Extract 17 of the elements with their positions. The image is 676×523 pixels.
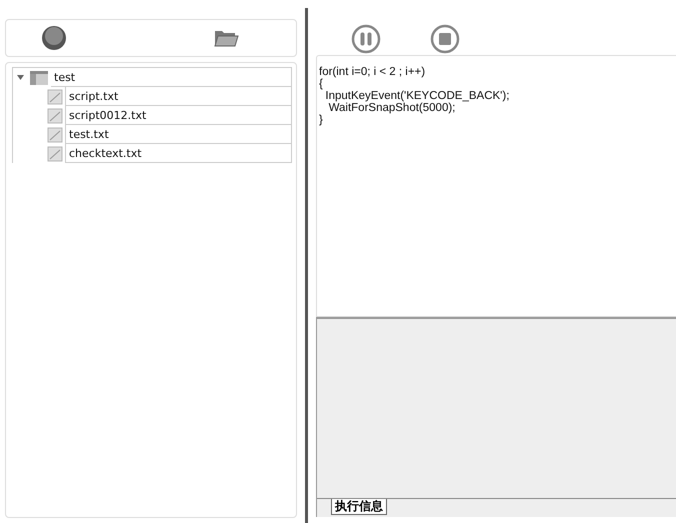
file-icon <box>47 146 63 162</box>
tree-item[interactable]: test <box>51 68 291 87</box>
tree-item[interactable]: checktext.txt <box>65 144 291 163</box>
folder-icon <box>213 28 239 48</box>
expand-arrow-icon[interactable] <box>17 74 24 81</box>
tree-item[interactable]: test.txt <box>65 125 291 144</box>
file-icon <box>47 88 63 104</box>
tree-item[interactable]: script0012.txt <box>65 106 291 125</box>
folder-icon <box>29 70 49 86</box>
file-icon <box>47 108 63 124</box>
output-tab[interactable]: 执行信息 <box>331 499 387 515</box>
open-folder-button[interactable] <box>213 28 239 48</box>
code-text: for(int i=0; i < 2 ; i++) { InputKeyEvent('KEYCODE_BACK'); WaitForSnapShot(5000); } <box>319 66 510 126</box>
stop-icon[interactable] <box>430 24 460 54</box>
tree-item[interactable]: script.txt <box>65 87 291 106</box>
pause-icon[interactable] <box>351 24 381 54</box>
file-icon <box>47 126 63 142</box>
